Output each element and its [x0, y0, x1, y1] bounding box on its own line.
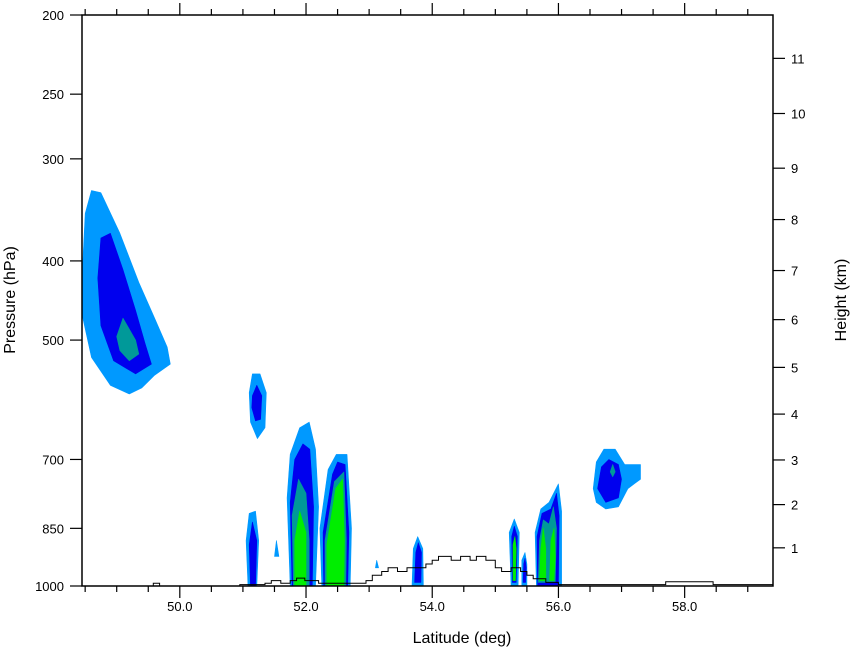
x-tick-label: 58.0	[672, 599, 697, 614]
height-tick-label: 10	[791, 106, 805, 121]
cell-9-level-4	[512, 536, 517, 581]
right-axis-title: Height (km)	[833, 259, 850, 342]
height-tick-label: 4	[791, 407, 798, 422]
height-tick-label: 8	[791, 213, 798, 228]
height-tick-label: 11	[791, 51, 805, 66]
x-tick-label: 54.0	[420, 599, 445, 614]
height-tick-label: 2	[791, 498, 798, 513]
chart: 50.0 52.0 54.0 56.0 58.020025030040050070085…	[2, 3, 850, 647]
pressure-tick-label: 250	[42, 87, 64, 102]
pressure-tick-label: 700	[42, 452, 64, 467]
height-tick-label: 7	[791, 264, 798, 279]
x-tick-label: 50.0	[167, 599, 192, 614]
terrain-outline	[82, 555, 773, 587]
left-axis-title: Pressure (hPa)	[2, 246, 19, 354]
pressure-tick-label: 200	[42, 8, 64, 23]
height-tick-label: 5	[791, 360, 798, 375]
pressure-tick-label: 850	[42, 521, 64, 536]
height-tick-label: 9	[791, 161, 798, 176]
terrain-line	[82, 555, 773, 587]
cell-7-level-1	[375, 559, 379, 569]
pressure-tick-label: 300	[42, 152, 64, 167]
x-tick-label: 56.0	[546, 599, 571, 614]
pressure-tick-label: 400	[42, 254, 64, 269]
height-tick-label: 1	[791, 541, 798, 556]
contour-fills	[81, 190, 641, 587]
pressure-tick-label: 1000	[35, 579, 64, 594]
height-tick-label: 3	[791, 453, 798, 468]
x-axis-title: Latitude (deg)	[413, 630, 512, 647]
cell-4-level-1	[274, 540, 280, 557]
x-tick-label: 52.0	[293, 599, 318, 614]
height-tick-label: 6	[791, 313, 798, 328]
pressure-tick-label: 500	[42, 333, 64, 348]
plot-frame	[81, 14, 774, 587]
